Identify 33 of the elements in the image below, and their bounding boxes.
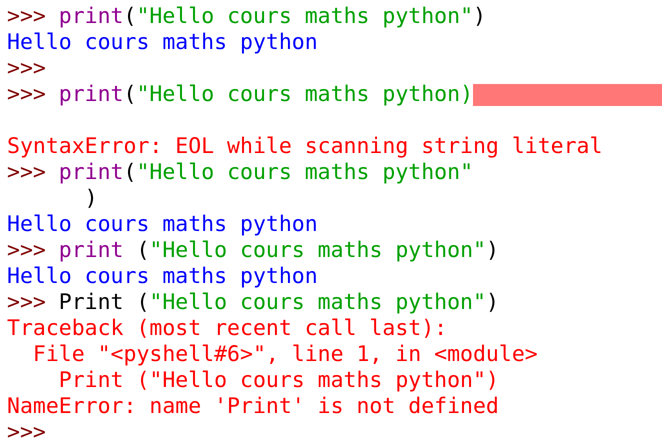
error-message: File "<pyshell#6>", line 1, in <module> — [32, 342, 538, 368]
builtin-keyword: print — [58, 238, 124, 264]
string-literal: "Hello cours maths python" — [136, 4, 474, 30]
shell-prompt: >>> — [7, 82, 47, 108]
string-literal: "Hello cours maths python" — [149, 238, 486, 264]
code-text: ) — [486, 290, 499, 316]
shell-prompt: >>> — [7, 4, 47, 30]
builtin-keyword: print — [58, 82, 124, 108]
output-text: Hello cours maths python — [7, 212, 318, 238]
output-text: Hello cours maths python — [7, 30, 318, 56]
string-literal: "Hello cours maths python" — [136, 160, 474, 186]
error-message: Traceback (most recent call last): — [7, 316, 448, 342]
shell-prompt: >>> — [7, 290, 47, 316]
code-text: Print ( — [58, 290, 150, 316]
output-text: Hello cours maths python — [7, 264, 318, 290]
shell-prompt: >>> — [7, 56, 46, 82]
builtin-keyword: print — [58, 160, 124, 186]
string-literal: "Hello cours maths python) — [136, 82, 474, 108]
error-message: Print ("Hello cours maths python") — [58, 368, 499, 394]
error-message: NameError: name 'Print' is not defined — [7, 394, 499, 420]
code-text: ) — [84, 186, 98, 212]
code-text: ) — [473, 4, 486, 30]
string-literal: "Hello cours maths python" — [149, 290, 486, 316]
code-text: ( — [124, 160, 136, 186]
shell-prompt: >>> — [7, 160, 47, 186]
code-text: ( — [135, 238, 150, 264]
code-text: ) — [486, 238, 499, 264]
shell-prompt: >>> — [7, 420, 46, 446]
builtin-keyword: print — [58, 4, 124, 30]
shell-prompt: >>> — [7, 238, 47, 264]
code-text: ( — [124, 82, 136, 108]
code-text: ( — [124, 4, 136, 30]
error-message: SyntaxError: EOL while scanning string literal — [7, 134, 602, 160]
